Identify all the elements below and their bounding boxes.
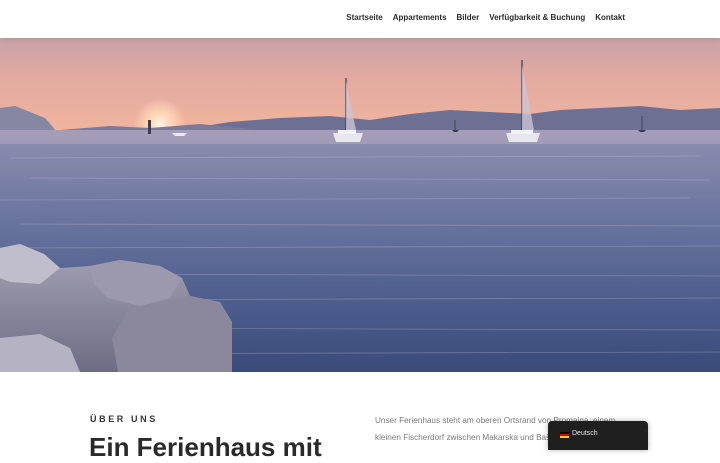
nav-item-bilder[interactable]: Bilder [452, 13, 485, 22]
language-switcher[interactable]: Deutsch [548, 421, 648, 450]
nav-item-startseite[interactable]: Startseite [341, 13, 387, 22]
section-eyebrow: ÜBER UNS [90, 414, 158, 424]
german-flag-icon [560, 432, 569, 438]
nav-item-verfuegbarkeit-buchung[interactable]: Verfügbarkeit & Buchung [484, 13, 590, 22]
nav-item-appartements[interactable]: Appartements [388, 13, 452, 22]
nav-item-kontakt[interactable]: Kontakt [590, 13, 630, 22]
hero-sunset-illustration [0, 38, 720, 372]
hero-image [0, 38, 720, 372]
language-label: Deutsch [572, 430, 598, 437]
main-navigation: Startseite Appartements Bilder Verfügbar… [341, 13, 630, 22]
flag-stripe-gold [560, 436, 569, 438]
section-headline: Ein Ferienhaus mit [89, 432, 322, 462]
site-header: Startseite Appartements Bilder Verfügbar… [0, 0, 720, 38]
